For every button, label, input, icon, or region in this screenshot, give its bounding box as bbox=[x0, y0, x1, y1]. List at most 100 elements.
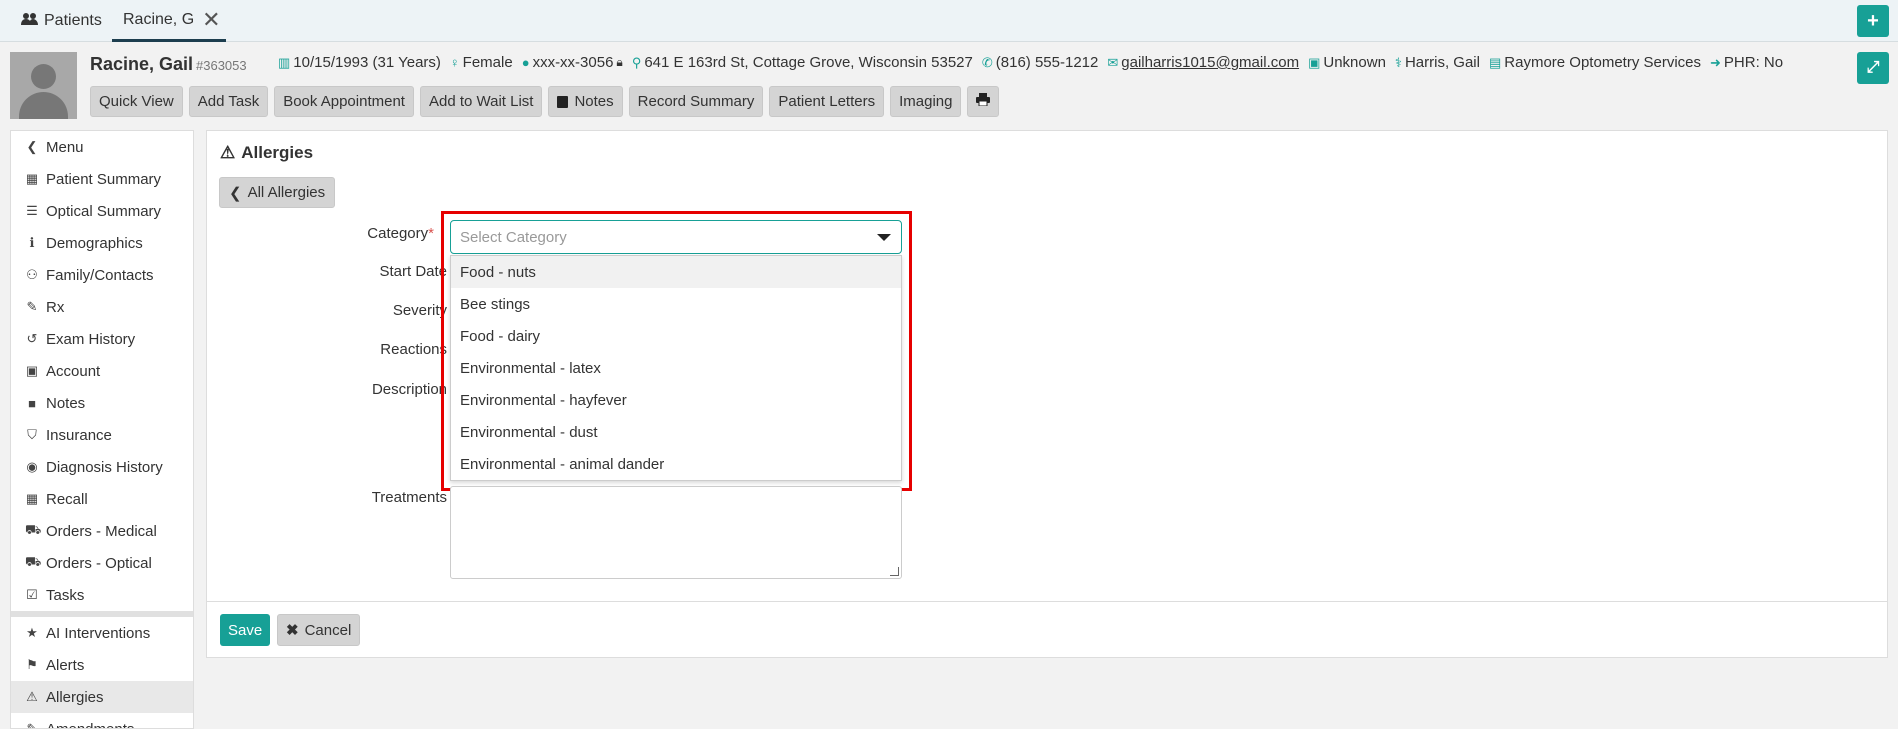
sidebar-item-insurance[interactable]: ⛉ Insurance bbox=[11, 419, 193, 451]
sidebar-item-optical-summary[interactable]: ☰ Optical Summary bbox=[11, 195, 193, 227]
gender-item: ♀ Female bbox=[450, 54, 513, 71]
close-icon[interactable]: ✕ bbox=[202, 8, 220, 31]
phr-item: ➜ PHR: No bbox=[1710, 54, 1783, 71]
add-task-button[interactable]: Add Task bbox=[188, 86, 269, 117]
eye-icon: ◉ bbox=[26, 459, 38, 474]
sidebar-item-label: Insurance bbox=[46, 426, 112, 444]
category-select[interactable]: Select Category bbox=[450, 220, 902, 254]
category-label: Category* bbox=[314, 225, 434, 242]
users-icon: ⚇ bbox=[26, 267, 38, 282]
phone-item: ✆ (816) 555-1212 bbox=[982, 54, 1098, 71]
treatments-textarea[interactable] bbox=[450, 486, 902, 579]
lock-icon[interactable]: 🔒︎ bbox=[616, 55, 622, 70]
sidebar-item-label: Notes bbox=[46, 394, 86, 412]
phone-icon: ✆ bbox=[981, 54, 993, 70]
sidebar-item-diagnosis-history[interactable]: ◉ Diagnosis History bbox=[11, 451, 193, 483]
quick-view-button[interactable]: Quick View bbox=[90, 86, 183, 117]
gender-value: Female bbox=[462, 54, 513, 71]
cart-icon: ⛟ bbox=[25, 522, 42, 537]
user-md-icon: ⚕ bbox=[1394, 54, 1402, 70]
category-option[interactable]: Environmental - dust bbox=[451, 416, 901, 448]
page-title: ⚠ Allergies bbox=[220, 143, 313, 163]
category-option[interactable]: Food - nuts bbox=[451, 256, 901, 288]
save-button[interactable]: Save bbox=[220, 614, 271, 646]
print-button[interactable] bbox=[967, 86, 1000, 117]
expand-button[interactable]: ⤢ bbox=[1857, 52, 1889, 84]
map-marker-icon: ⚲ bbox=[631, 54, 642, 70]
edit-icon: ✎ bbox=[26, 299, 38, 314]
money-icon: ▣ bbox=[25, 363, 39, 378]
provider-value: Harris, Gail bbox=[1404, 54, 1480, 71]
calendar-icon: ▦ bbox=[25, 491, 39, 506]
info-icon: ℹ bbox=[29, 235, 35, 250]
sidebar-item-label: Account bbox=[46, 362, 101, 380]
add-to-wait-list-button[interactable]: Add to Wait List bbox=[419, 86, 543, 117]
location-value: Raymore Optometry Services bbox=[1504, 54, 1702, 71]
birthday-cake-icon: ▥ bbox=[278, 54, 291, 70]
allergy-form-panel: ⚠ Allergies ❮ All Allergies Category* St… bbox=[206, 130, 1888, 658]
category-option[interactable]: Environmental - latex bbox=[451, 352, 901, 384]
category-option[interactable]: Bee stings bbox=[451, 288, 901, 320]
sidebar-item-tasks[interactable]: ☑ Tasks bbox=[11, 579, 193, 611]
all-allergies-label: All Allergies bbox=[247, 184, 326, 201]
description-label: Description bbox=[371, 381, 447, 398]
address-value: 641 E 163rd St, Cottage Grove, Wisconsin… bbox=[644, 54, 973, 71]
add-tab-button[interactable]: + bbox=[1857, 5, 1889, 37]
sidebar-item-recall[interactable]: ▦ Recall bbox=[11, 483, 193, 515]
patient-header: Racine, Gail #363053 ▥ 10/15/1993 (31 Yea… bbox=[0, 42, 1898, 128]
all-allergies-button[interactable]: ❮ All Allergies bbox=[219, 177, 336, 208]
shield-icon: ⛉ bbox=[27, 427, 37, 442]
ssn-item: ● xxx-xx-3056 🔒︎ bbox=[522, 54, 623, 71]
sidebar-item-family-contacts[interactable]: ⚇ Family/Contacts bbox=[11, 259, 193, 291]
category-option[interactable]: Environmental - hayfever bbox=[451, 384, 901, 416]
edit-icon: ✎ bbox=[26, 721, 38, 729]
sidebar-item-rx[interactable]: ✎ Rx bbox=[11, 291, 193, 323]
sidebar-item-notes[interactable]: ■ Notes bbox=[11, 387, 193, 419]
sidebar-item-label: Alerts bbox=[46, 656, 85, 674]
cancel-button[interactable]: ✖ Cancel bbox=[277, 614, 361, 646]
sidebar-item-label: Amendments bbox=[46, 720, 135, 729]
notes-button[interactable]: Notes bbox=[548, 86, 623, 117]
book-appointment-button[interactable]: Book Appointment bbox=[274, 86, 414, 117]
sidebar-item-label: Orders - Optical bbox=[46, 554, 152, 572]
tab-patients[interactable]: Patients bbox=[21, 0, 102, 42]
record-summary-button[interactable]: Record Summary bbox=[628, 86, 764, 117]
sidebar-item-allergies[interactable]: ⚠ Allergies bbox=[11, 681, 193, 713]
sidebar-item-demographics[interactable]: ℹ Demographics bbox=[11, 227, 193, 259]
sidebar-item-orders-medical[interactable]: ⛟ Orders - Medical bbox=[11, 515, 193, 547]
category-option[interactable]: Environmental - animal dander bbox=[451, 448, 901, 480]
cancel-label: Cancel bbox=[304, 621, 352, 639]
sidebar-item-label: Tasks bbox=[46, 586, 85, 604]
patient-letters-button[interactable]: Patient Letters bbox=[769, 86, 885, 117]
envelope-icon: ✉ bbox=[1107, 54, 1119, 70]
sidebar-item-menu[interactable]: ❮ Menu bbox=[11, 131, 193, 163]
category-option[interactable]: Food - dairy bbox=[451, 320, 901, 352]
treatments-label: Treatments bbox=[371, 489, 447, 506]
cart-icon: ⛟ bbox=[25, 554, 42, 569]
sidebar-item-alerts[interactable]: ⚑ Alerts bbox=[11, 649, 193, 681]
close-icon: ✖ bbox=[286, 622, 299, 639]
sidebar-item-label: Family/Contacts bbox=[46, 266, 154, 284]
category-placeholder: Select Category bbox=[460, 228, 567, 246]
reactions-label: Reactions bbox=[380, 341, 447, 358]
expand-icon: ⤢ bbox=[1866, 59, 1880, 76]
start-date-label: Start Date bbox=[379, 263, 447, 280]
sidebar-item-orders-optical[interactable]: ⛟ Orders - Optical bbox=[11, 547, 193, 579]
imaging-button[interactable]: Imaging bbox=[890, 86, 962, 117]
warning-icon: ⚠ bbox=[220, 143, 236, 162]
sidebar-item-patient-summary[interactable]: ▦ Patient Summary bbox=[11, 163, 193, 195]
tab-patient-record[interactable]: Racine, G ✕ bbox=[112, 0, 226, 42]
email-item: ✉ gailharris1015@gmail.com bbox=[1107, 54, 1299, 71]
sidebar-item-exam-history[interactable]: ↺ Exam History bbox=[11, 323, 193, 355]
building-icon: ▤ bbox=[1488, 54, 1502, 70]
sidebar-item-amendments[interactable]: ✎ Amendments bbox=[11, 713, 193, 729]
note-icon: ■ bbox=[28, 395, 36, 411]
sidebar: ❮ Menu ▦ Patient Summary ☰ Optical Summary … bbox=[10, 130, 194, 729]
id-icon: ● bbox=[521, 55, 530, 70]
sidebar-item-label: Allergies bbox=[46, 688, 104, 706]
sidebar-item-account[interactable]: ▣ Account bbox=[11, 355, 193, 387]
resize-grip-icon[interactable] bbox=[890, 567, 899, 576]
email-link[interactable]: gailharris1015@gmail.com bbox=[1121, 54, 1299, 71]
sidebar-item-ai-interventions[interactable]: ★ AI Interventions bbox=[11, 617, 193, 649]
dob-value: 10/15/1993 (31 Years) bbox=[293, 54, 441, 71]
